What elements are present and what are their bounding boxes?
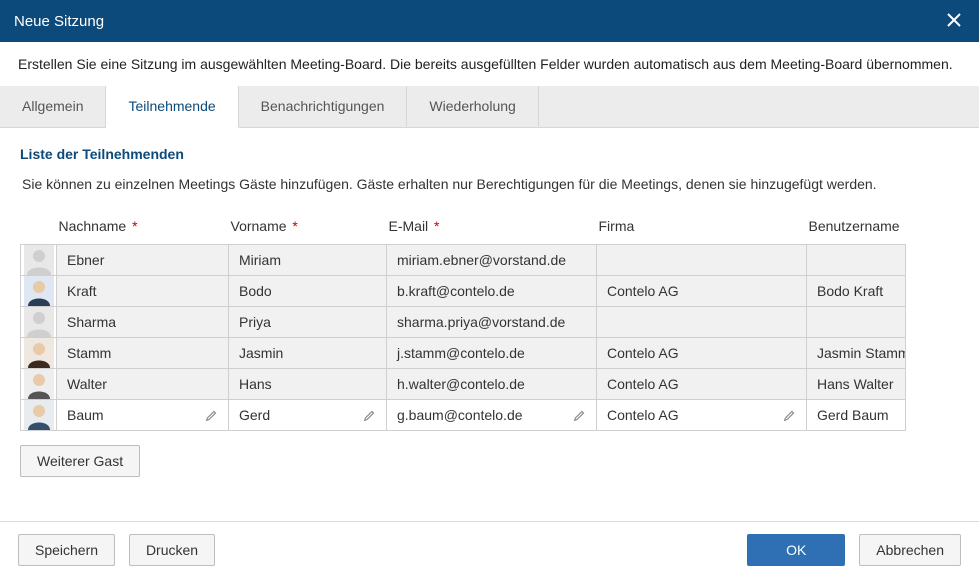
- cell-email-editable[interactable]: g.baum@contelo.de: [387, 400, 597, 431]
- table-row: Walter Hans h.walter@contelo.de Contelo …: [21, 369, 906, 400]
- avatar-icon: [24, 369, 54, 399]
- cell-lastname: Sharma: [57, 307, 229, 338]
- cell-email: b.kraft@contelo.de: [387, 276, 597, 307]
- col-avatar: [21, 210, 57, 245]
- cell-email: miriam.ebner@vorstand.de: [387, 245, 597, 276]
- tab-bar: Allgemein Teilnehmende Benachrichtigunge…: [0, 86, 979, 128]
- cell-username: [807, 245, 906, 276]
- cell-company: [597, 307, 807, 338]
- col-lastname: Nachname *: [57, 210, 229, 245]
- required-marker: *: [430, 218, 439, 234]
- section-title: Liste der Teilnehmenden: [20, 146, 959, 162]
- cell-firstname: Hans: [229, 369, 387, 400]
- participants-table-wrap: Nachname * Vorname * E-Mail * Firma Benu…: [20, 210, 959, 431]
- cell-firstname: Priya: [229, 307, 387, 338]
- tab-content: Liste der Teilnehmenden Sie können zu ei…: [0, 128, 979, 515]
- cell-company: [597, 245, 807, 276]
- avatar-placeholder-icon: [24, 245, 54, 275]
- pencil-icon: [783, 409, 796, 422]
- avatar-icon: [24, 338, 54, 368]
- cell-company: Contelo AG: [597, 369, 807, 400]
- save-button[interactable]: Speichern: [18, 534, 115, 566]
- cell-lastname: Kraft: [57, 276, 229, 307]
- cell-company: Contelo AG: [597, 276, 807, 307]
- tab-allgemein[interactable]: Allgemein: [0, 86, 106, 127]
- dialog-footer: Speichern Drucken OK Abbrechen: [0, 521, 979, 577]
- close-button[interactable]: [943, 8, 965, 34]
- add-guest-button[interactable]: Weiterer Gast: [20, 445, 140, 477]
- avatar-cell: [21, 400, 57, 431]
- required-marker: *: [128, 218, 137, 234]
- cell-firstname: Miriam: [229, 245, 387, 276]
- avatar-cell: [21, 369, 57, 400]
- cell-lastname-editable[interactable]: Baum: [57, 400, 229, 431]
- table-row: Sharma Priya sharma.priya@vorstand.de: [21, 307, 906, 338]
- avatar-cell: [21, 307, 57, 338]
- cell-username: Gerd Baum: [807, 400, 906, 431]
- pencil-icon: [363, 409, 376, 422]
- ok-button[interactable]: OK: [747, 534, 845, 566]
- avatar-cell: [21, 245, 57, 276]
- avatar-icon: [24, 276, 54, 306]
- avatar-cell: [21, 338, 57, 369]
- print-button[interactable]: Drucken: [129, 534, 215, 566]
- tab-teilnehmende[interactable]: Teilnehmende: [106, 86, 238, 128]
- avatar-icon: [24, 400, 54, 430]
- table-row: Stamm Jasmin j.stamm@contelo.de Contelo …: [21, 338, 906, 369]
- cell-lastname: Ebner: [57, 245, 229, 276]
- required-marker: *: [289, 218, 298, 234]
- cell-firstname: Jasmin: [229, 338, 387, 369]
- close-icon: [947, 13, 961, 27]
- col-company: Firma: [597, 210, 807, 245]
- pencil-icon: [573, 409, 586, 422]
- cell-username: Bodo Kraft: [807, 276, 906, 307]
- cell-email: j.stamm@contelo.de: [387, 338, 597, 369]
- cell-firstname-editable[interactable]: Gerd: [229, 400, 387, 431]
- col-username: Benutzername: [807, 210, 906, 245]
- tab-wiederholung[interactable]: Wiederholung: [407, 86, 538, 127]
- tab-benachrichtigungen[interactable]: Benachrichtigungen: [239, 86, 408, 127]
- titlebar: Neue Sitzung: [0, 0, 979, 42]
- cell-email: sharma.priya@vorstand.de: [387, 307, 597, 338]
- cell-lastname: Stamm: [57, 338, 229, 369]
- col-email: E-Mail *: [387, 210, 597, 245]
- cancel-button[interactable]: Abbrechen: [859, 534, 961, 566]
- cell-username: Jasmin Stamm: [807, 338, 906, 369]
- cell-username: Hans Walter: [807, 369, 906, 400]
- cell-lastname: Walter: [57, 369, 229, 400]
- table-row-editable: Baum Gerd g.baum@contelo.de: [21, 400, 906, 431]
- dialog-title: Neue Sitzung: [14, 13, 104, 30]
- section-description: Sie können zu einzelnen Meetings Gäste h…: [20, 176, 959, 192]
- participants-table: Nachname * Vorname * E-Mail * Firma Benu…: [20, 210, 906, 431]
- cell-company: Contelo AG: [597, 338, 807, 369]
- table-row: Ebner Miriam miriam.ebner@vorstand.de: [21, 245, 906, 276]
- table-row: Kraft Bodo b.kraft@contelo.de Contelo AG…: [21, 276, 906, 307]
- col-firstname: Vorname *: [229, 210, 387, 245]
- table-header-row: Nachname * Vorname * E-Mail * Firma Benu…: [21, 210, 906, 245]
- avatar-placeholder-icon: [24, 307, 54, 337]
- avatar-cell: [21, 276, 57, 307]
- cell-firstname: Bodo: [229, 276, 387, 307]
- dialog-description: Erstellen Sie eine Sitzung im ausgewählt…: [0, 42, 979, 86]
- pencil-icon: [205, 409, 218, 422]
- cell-company-editable[interactable]: Contelo AG: [597, 400, 807, 431]
- cell-email: h.walter@contelo.de: [387, 369, 597, 400]
- cell-username: [807, 307, 906, 338]
